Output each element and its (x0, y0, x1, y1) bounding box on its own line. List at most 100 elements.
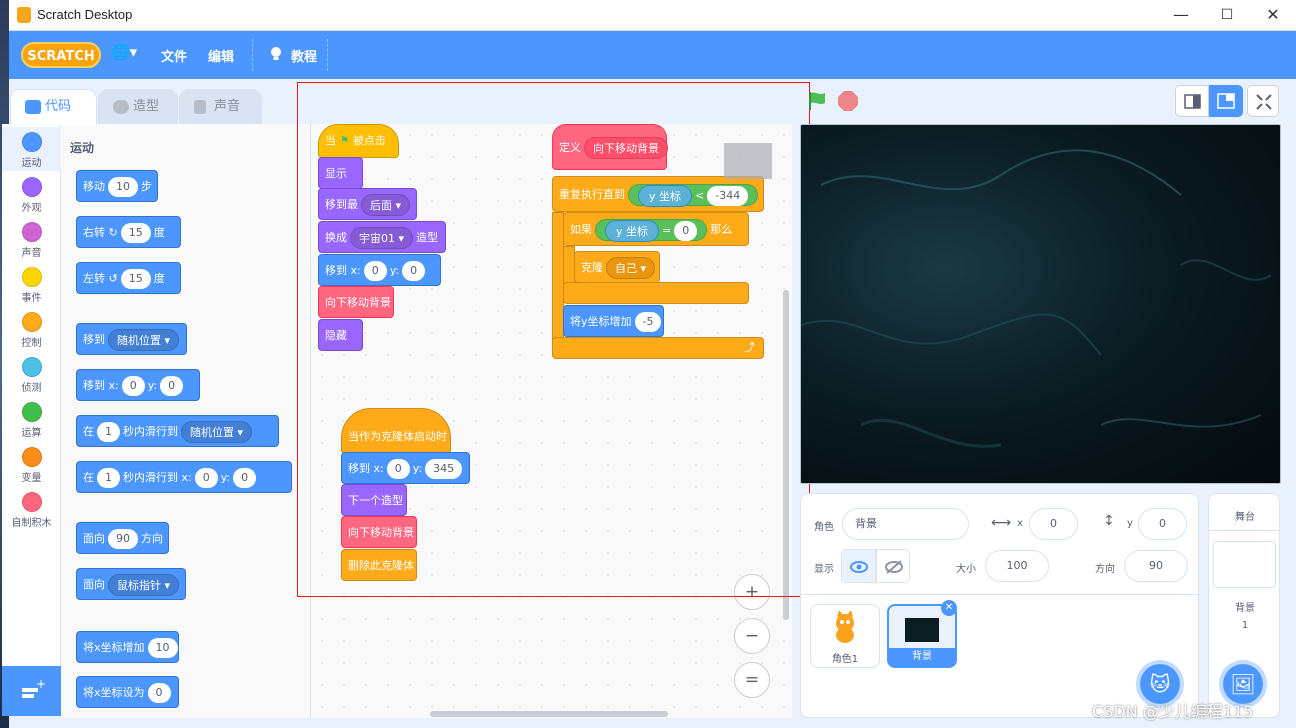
category-control[interactable]: 控制 (2, 307, 61, 351)
block-input[interactable]: 1 (97, 468, 120, 488)
language-globe-icon[interactable]: 🌐▾ (111, 43, 137, 61)
close-button[interactable]: ✕ (1250, 0, 1296, 31)
add-extension-button[interactable]: + (2, 666, 61, 716)
category-sensing[interactable]: 侦测 (2, 352, 61, 396)
category-menu: 运动 外观 声音 事件 控制 侦测 运算 变量 自制积木 (2, 124, 61, 666)
tab-sounds[interactable]: 声音 (179, 89, 262, 125)
sprite-name-label: 角色 (814, 522, 834, 533)
zoom-reset-icon: = (744, 670, 760, 690)
scratch-logo[interactable]: SCRATCH (21, 42, 101, 68)
category-label: 外观 (21, 203, 42, 214)
direction-label: 方向 (1095, 564, 1115, 575)
block-input[interactable]: 1 (97, 422, 120, 442)
show-sprite-button[interactable] (841, 549, 876, 583)
block-input[interactable]: 0 (194, 468, 218, 488)
size-field[interactable]: 100 (985, 550, 1049, 582)
category-dot-icon (21, 357, 42, 377)
block-set-x[interactable]: 将x坐标设为 0 (76, 676, 179, 708)
block-input[interactable]: 0 (160, 376, 184, 396)
menu-bar: SCRATCH 🌐▾ 文件 编辑 教程 (9, 31, 1296, 79)
block-goto[interactable]: 移到 随机位置 ▾ (76, 323, 187, 355)
tab-costumes[interactable]: 造型 (98, 89, 178, 125)
sprite-name-field[interactable]: 背景 (842, 508, 969, 540)
block-dropdown[interactable]: 随机位置 ▾ (108, 329, 180, 351)
maximize-button[interactable]: ☐ (1204, 0, 1250, 31)
zoom-reset-button[interactable]: = (734, 662, 770, 698)
block-input[interactable]: 15 (120, 269, 151, 289)
palette-heading: 运动 (70, 141, 95, 155)
y-label: y (1127, 518, 1133, 529)
backdrops-label: 背景 (1235, 603, 1255, 614)
block-change-x[interactable]: 将x坐标增加 10 (76, 631, 179, 663)
category-looks[interactable]: 外观 (2, 172, 61, 216)
panel-divider (1209, 530, 1281, 531)
category-dot-icon (21, 132, 42, 152)
small-stage-button[interactable] (1175, 85, 1209, 117)
block-move-steps[interactable]: 移动 10 步 (76, 170, 158, 202)
small-stage-icon (1184, 94, 1201, 109)
backdrop-thumbnail (905, 618, 939, 642)
menu-file[interactable]: 文件 (161, 46, 187, 65)
block-input[interactable]: 10 (108, 177, 138, 197)
category-label: 事件 (21, 293, 42, 304)
stage-canvas[interactable] (800, 124, 1281, 484)
block-palette: 运动 移动 10 步 右转 ↻ 15 度 左转 ↺ 15 度 移到 随机位置 ▾ 移到 x: 0… (61, 124, 311, 718)
y-field[interactable]: 0 (1138, 508, 1187, 540)
zoom-out-button[interactable]: − (734, 618, 770, 654)
block-turn-left[interactable]: 左转 ↺ 15 度 (76, 262, 181, 294)
green-flag-button[interactable] (806, 90, 828, 112)
menu-edit[interactable]: 编辑 (208, 46, 234, 65)
category-label: 控制 (21, 338, 42, 349)
block-text: 度 (153, 272, 165, 285)
code-blocks-icon (25, 100, 41, 114)
block-dropdown[interactable]: 随机位置 ▾ (181, 421, 253, 443)
sprite-tile-background[interactable]: 背景 ✕ (887, 600, 957, 668)
x-label: x (1017, 518, 1023, 529)
title-bar: Scratch Desktop — ☐ ✕ (9, 0, 1296, 31)
block-input[interactable]: 0 (233, 468, 257, 488)
category-label: 运动 (21, 158, 42, 169)
stop-button[interactable] (837, 90, 859, 112)
block-point-towards[interactable]: 面向 鼠标指针 ▾ (76, 568, 186, 600)
block-text: 将x坐标增加 (83, 641, 145, 654)
block-input[interactable]: 90 (108, 529, 138, 549)
x-field[interactable]: 0 (1029, 508, 1078, 540)
category-sound[interactable]: 声音 (2, 217, 61, 261)
category-variables[interactable]: 变量 (2, 442, 61, 486)
block-input[interactable]: 15 (120, 223, 151, 243)
block-input[interactable]: 0 (147, 683, 171, 703)
minimize-button[interactable]: — (1158, 0, 1204, 31)
block-input[interactable]: 0 (121, 376, 145, 396)
tab-code[interactable]: 代码 (10, 89, 97, 125)
category-my-blocks[interactable]: 自制积木 (2, 487, 61, 531)
direction-field[interactable]: 90 (1124, 550, 1188, 582)
block-input[interactable]: 10 (147, 638, 178, 658)
block-point-direction[interactable]: 面向 90 方向 (76, 522, 169, 554)
menu-tutorials[interactable]: 教程 (291, 46, 317, 65)
sprite-info-panel: 角色 背景 ⟷ x 0 ↕ y 0 显示 大小 100 方向 90 角色1 背景… (800, 493, 1200, 718)
block-turn-right[interactable]: 右转 ↻ 15 度 (76, 216, 181, 248)
category-operators[interactable]: 运算 (2, 397, 61, 441)
fullscreen-icon (1256, 94, 1272, 110)
tab-costumes-label: 造型 (133, 99, 160, 114)
block-goto-xy[interactable]: 移到 x: 0 y: 0 (76, 369, 200, 401)
sprite-tile-cat[interactable]: 角色1 (810, 604, 880, 668)
block-dropdown[interactable]: 鼠标指针 ▾ (108, 574, 180, 596)
workspace-horizontal-scrollbar[interactable] (430, 711, 668, 717)
block-text: 左转 (83, 272, 105, 285)
highlight-box (297, 82, 810, 597)
stage-selector-panel[interactable]: 舞台 背景 1 🖼 (1208, 493, 1281, 718)
fullscreen-button[interactable] (1247, 85, 1279, 117)
category-dot-icon (21, 267, 42, 287)
delete-sprite-icon[interactable]: ✕ (941, 600, 957, 616)
normal-stage-button[interactable] (1209, 85, 1243, 117)
lightbulb-icon (269, 46, 283, 62)
category-events[interactable]: 事件 (2, 262, 61, 306)
block-glide-to[interactable]: 在 1 秒内滑行到 随机位置 ▾ (76, 415, 279, 447)
speaker-icon (194, 100, 206, 114)
block-text: y: (147, 379, 158, 392)
hide-sprite-button[interactable] (876, 549, 910, 583)
block-text: 秒内滑行到 (123, 425, 178, 438)
block-glide-xy[interactable]: 在 1 秒内滑行到 x: 0 y: 0 (76, 461, 292, 493)
category-motion[interactable]: 运动 (2, 127, 61, 171)
